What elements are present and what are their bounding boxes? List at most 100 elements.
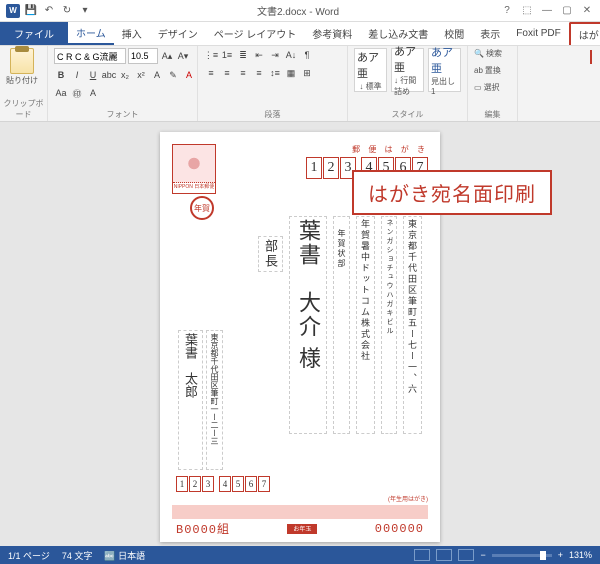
sender-zip-digit[interactable]: 3 — [202, 476, 214, 492]
title-bar: W 💾 ↶ ↻ ▾ 文書2.docx - Word ? ⬚ — ▢ ✕ — [0, 0, 600, 22]
paste-button[interactable]: 貼り付け — [6, 48, 38, 86]
bullets-button[interactable]: ⋮≡ — [204, 48, 218, 62]
help-button[interactable]: ? — [498, 4, 516, 18]
sender-zip-digit[interactable]: 6 — [245, 476, 257, 492]
recipient-name[interactable]: 葉書 大介 様 — [289, 216, 327, 434]
view-read-button[interactable] — [414, 549, 430, 561]
quick-access-toolbar: W 💾 ↶ ↻ ▾ — [0, 4, 98, 18]
align-right-button[interactable]: ≡ — [236, 66, 250, 80]
font-label: フォント — [48, 109, 197, 120]
recipient-address[interactable]: 東京都千代田区筆町五ー七ー一、六 — [403, 216, 422, 434]
style-nospace[interactable]: あア亜 ↓ 行間詰め — [391, 48, 424, 92]
numbering-button[interactable]: 1≡ — [220, 48, 234, 62]
sender-address[interactable]: 東京都千代田区筆町一ー二ー三 — [206, 330, 223, 470]
nenga-mark: 年賀 — [190, 196, 214, 220]
clipboard-label: クリップボード — [0, 98, 47, 120]
page[interactable]: はがき宛名面印刷 NIPPON 日本郵便 年賀 郵 便 は が き 1 2 3 … — [160, 132, 440, 542]
sender-area: 葉書 太郎 東京都千代田区筆町一ー二ー三 — [178, 330, 223, 470]
redo-icon[interactable]: ↻ — [60, 4, 74, 18]
sender-zip-digit[interactable]: 5 — [232, 476, 244, 492]
zoom-out-button[interactable]: − — [480, 550, 485, 560]
align-center-button[interactable]: ≡ — [220, 66, 234, 80]
status-lang[interactable]: 🔤 日本語 — [104, 549, 145, 562]
underline-button[interactable]: U — [86, 68, 100, 82]
text-effects-button[interactable]: A — [150, 68, 164, 82]
superscript-button[interactable]: x² — [134, 68, 148, 82]
strike-button[interactable]: abc — [102, 68, 116, 82]
grow-font-button[interactable]: A▴ — [160, 49, 174, 63]
zoom-slider[interactable] — [492, 554, 552, 557]
tab-view[interactable]: 表示 — [472, 22, 508, 45]
sender-zip-digit[interactable]: 1 — [176, 476, 188, 492]
shading-button[interactable]: ▦ — [284, 66, 298, 80]
line-spacing-button[interactable]: ↕≡ — [268, 66, 282, 80]
sort-button[interactable]: A↓ — [284, 48, 298, 62]
highlight-button[interactable]: ✎ — [166, 68, 180, 82]
select-button[interactable]: ▭選択 — [474, 82, 500, 93]
justify-button[interactable]: ≡ — [252, 66, 266, 80]
enclosed-button[interactable]: ㊞ — [70, 86, 84, 100]
multilevel-button[interactable]: ≣ — [236, 48, 250, 62]
recipient-company[interactable]: 年賀暑中ドットコム株式会社 — [356, 216, 375, 434]
replace-icon: ab — [474, 66, 483, 75]
tab-file[interactable]: ファイル — [0, 22, 68, 45]
save-icon[interactable]: 💾 — [24, 4, 38, 18]
sender-zip-digit[interactable]: 7 — [258, 476, 270, 492]
show-marks-button[interactable]: ¶ — [300, 48, 314, 62]
lottery-code-right: 000000 — [375, 522, 424, 536]
sender-zip-digit[interactable]: 4 — [219, 476, 231, 492]
undo-icon[interactable]: ↶ — [42, 4, 56, 18]
minimize-button[interactable]: — — [538, 4, 556, 18]
bold-button[interactable]: B — [54, 68, 68, 82]
find-button[interactable]: 🔍検索 — [474, 48, 502, 59]
subscript-button[interactable]: x₂ — [118, 68, 132, 82]
recipient-dept[interactable]: 年賀状部 — [333, 216, 350, 434]
zoom-level[interactable]: 131% — [569, 550, 592, 560]
word-icon: W — [6, 4, 20, 18]
tab-hagaki[interactable]: はがき宛名面印刷 — [569, 22, 600, 45]
zip-digit[interactable]: 1 — [306, 157, 322, 179]
style-heading1[interactable]: あア亜 見出し 1 — [428, 48, 461, 92]
align-left-button[interactable]: ≡ — [204, 66, 218, 80]
zoom-in-button[interactable]: + — [558, 550, 563, 560]
tab-foxit[interactable]: Foxit PDF — [508, 22, 568, 45]
borders-button[interactable]: ⊞ — [300, 66, 314, 80]
tab-layout[interactable]: ページ レイアウト — [206, 22, 305, 45]
callout-connector — [590, 50, 592, 64]
view-web-button[interactable] — [458, 549, 474, 561]
group-editing: 🔍検索 ab置換 ▭選択 編集 — [468, 46, 518, 121]
document-area[interactable]: はがき宛名面印刷 NIPPON 日本郵便 年賀 郵 便 は が き 1 2 3 … — [0, 122, 600, 546]
dropdown-icon[interactable]: ▾ — [78, 4, 92, 18]
group-font: A▴ A▾ B I U abc x₂ x² A ✎ A Aa ㊞ A フォント — [48, 46, 198, 121]
font-name-select[interactable] — [54, 48, 126, 64]
sender-zip-boxes: 1 2 3 4 5 6 7 — [176, 476, 270, 492]
ruby-button[interactable]: Aa — [54, 86, 68, 100]
recipient-building[interactable]: ネンガショチュウハガキビル — [381, 216, 397, 434]
status-words[interactable]: 74 文字 — [62, 549, 93, 562]
zip-digit[interactable]: 2 — [323, 157, 339, 179]
char-border-button[interactable]: A — [86, 86, 100, 100]
indent-dec-button[interactable]: ⇤ — [252, 48, 266, 62]
italic-button[interactable]: I — [70, 68, 84, 82]
indent-inc-button[interactable]: ⇥ — [268, 48, 282, 62]
font-color-button[interactable]: A — [182, 68, 196, 82]
shrink-font-button[interactable]: A▾ — [176, 49, 190, 63]
tab-insert[interactable]: 挿入 — [114, 22, 150, 45]
font-size-select[interactable] — [128, 48, 158, 64]
tab-references[interactable]: 参考資料 — [304, 22, 360, 45]
recipient-title[interactable]: 部長 — [258, 236, 283, 272]
sender-name[interactable]: 葉書 太郎 — [178, 330, 203, 470]
select-icon: ▭ — [474, 83, 482, 92]
close-button[interactable]: ✕ — [578, 4, 596, 18]
sender-zip-digit[interactable]: 2 — [189, 476, 201, 492]
style-normal[interactable]: あア亜 ↓ 標準 — [354, 48, 387, 92]
tab-mailings[interactable]: 差し込み文書 — [360, 22, 436, 45]
tab-review[interactable]: 校閲 — [436, 22, 472, 45]
replace-button[interactable]: ab置換 — [474, 65, 501, 76]
ribbon-options-button[interactable]: ⬚ — [518, 4, 536, 18]
view-print-button[interactable] — [436, 549, 452, 561]
tab-design[interactable]: デザイン — [150, 22, 206, 45]
maximize-button[interactable]: ▢ — [558, 4, 576, 18]
status-page[interactable]: 1/1 ページ — [8, 549, 50, 562]
tab-home[interactable]: ホーム — [68, 22, 114, 45]
